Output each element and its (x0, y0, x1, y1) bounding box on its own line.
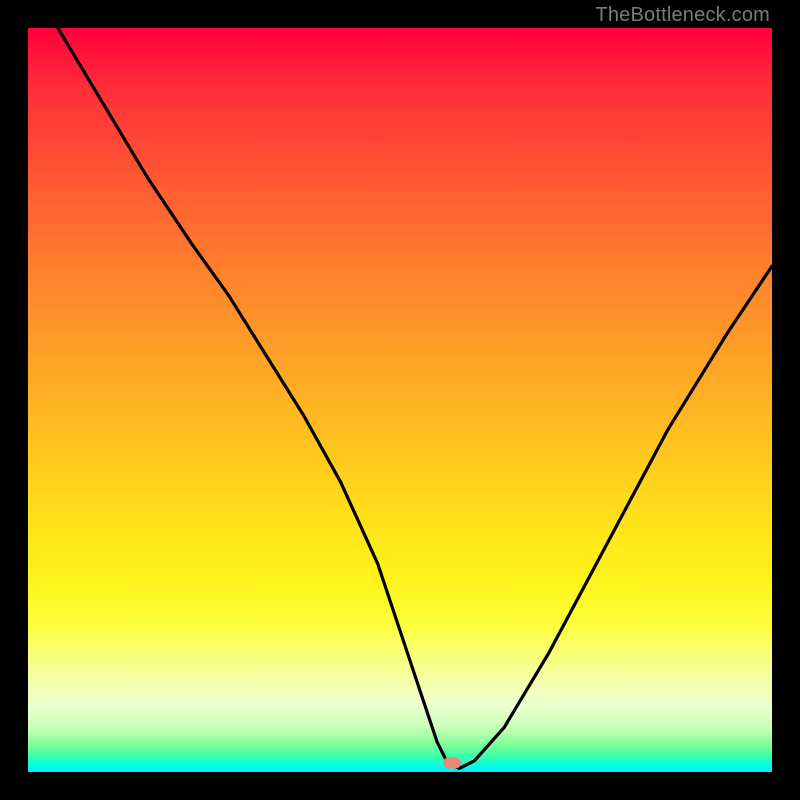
curve-svg (28, 28, 772, 772)
plot-area (28, 28, 772, 772)
chart-frame: TheBottleneck.com (0, 0, 800, 800)
watermark-text: TheBottleneck.com (595, 4, 770, 27)
minimum-marker (443, 758, 461, 769)
bottleneck-curve-path (58, 28, 772, 768)
